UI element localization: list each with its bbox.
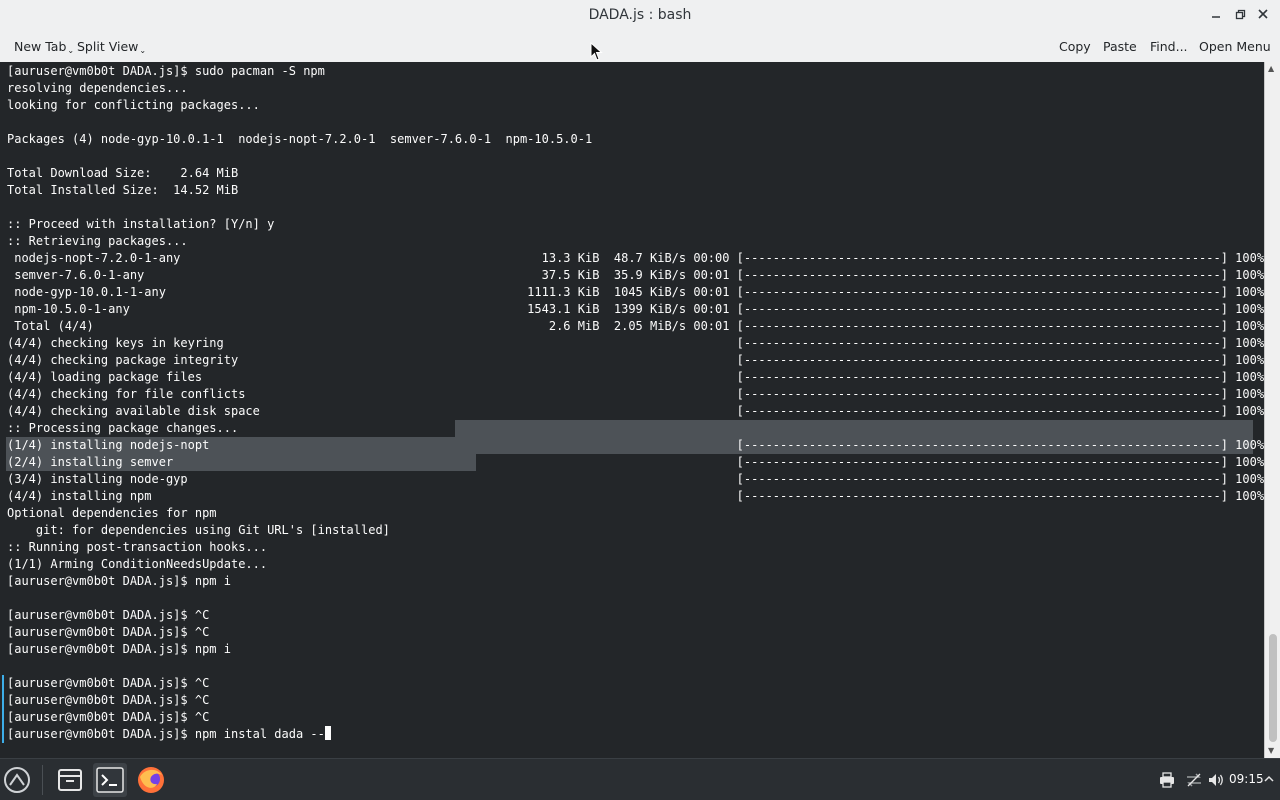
terminal-line: nodejs-nopt-7.2.0-1-any 13.3 KiB 48.7 Ki… — [7, 251, 1264, 265]
chevron-up-icon[interactable] — [1264, 771, 1274, 791]
split-view-button[interactable]: Split View⌄ — [77, 39, 146, 55]
copy-button[interactable]: Copy — [1059, 39, 1091, 54]
konsole-toolbar: New Tab⌄ Split View⌄ Copy Paste Find... … — [0, 32, 1280, 62]
terminal-line: Total Installed Size: 14.52 MiB — [7, 183, 239, 197]
close-icon[interactable] — [1252, 5, 1274, 27]
open-menu-button[interactable]: Open Menu — [1199, 39, 1271, 54]
terminal-line: [auruser@vm0b0t DADA.js]$ npm i — [7, 574, 231, 588]
scrollbar-thumb[interactable] — [1269, 634, 1277, 742]
maximize-icon[interactable] — [1229, 5, 1251, 27]
terminal-line: [auruser@vm0b0t DADA.js]$ ^C — [7, 693, 210, 707]
terminal-line: :: Retrieving packages... — [7, 234, 188, 248]
network-icon[interactable] — [1185, 772, 1203, 792]
firefox-icon[interactable] — [134, 763, 168, 797]
terminal-line: node-gyp-10.0.1-1-any 1111.3 KiB 1045 Ki… — [7, 285, 1264, 299]
scrollback-marker — [2, 675, 4, 743]
terminal-line: :: Running post-transaction hooks... — [7, 540, 268, 554]
find-button[interactable]: Find... — [1150, 39, 1188, 54]
terminal-line: Packages (4) node-gyp-10.0.1-1 nodejs-no… — [7, 132, 593, 146]
terminal-output[interactable]: [auruser@vm0b0t DADA.js]$ sudo pacman -S… — [0, 62, 1264, 758]
terminal-line: (4/4) checking for file conflicts [-----… — [7, 387, 1264, 401]
mouse-pointer-icon — [590, 42, 603, 61]
terminal-line: [auruser@vm0b0t DADA.js]$ npm i — [7, 642, 231, 656]
text-cursor — [324, 726, 331, 740]
terminal-line: [auruser@vm0b0t DADA.js]$ ^C — [7, 676, 210, 690]
terminal-line: Total Download Size: 2.64 MiB — [7, 166, 239, 180]
terminal-line: Optional dependencies for npm — [7, 506, 217, 520]
terminal-line: :: Proceed with installation? [Y/n] y — [7, 217, 275, 231]
terminal-line: [auruser@vm0b0t DADA.js]$ sudo pacman -S… — [7, 64, 325, 78]
terminal-line: (1/4) installing nodejs-nopt [----------… — [7, 438, 1264, 452]
window-titlebar[interactable]: DADA.js : bash — [0, 0, 1280, 32]
terminal-line: [auruser@vm0b0t DADA.js]$ ^C — [7, 625, 210, 639]
window-title: DADA.js : bash — [588, 7, 692, 23]
new-tab-label: New Tab — [14, 39, 67, 54]
text-selection — [455, 420, 1253, 437]
taskbar: 09:15 — [0, 758, 1280, 800]
clock[interactable]: 09:15 — [1229, 772, 1264, 786]
terminal-line: looking for conflicting packages... — [7, 98, 260, 112]
taskbar-separator — [42, 765, 43, 795]
terminal-line: [auruser@vm0b0t DADA.js]$ ^C — [7, 608, 210, 622]
terminal-line: [auruser@vm0b0t DADA.js]$ ^C — [7, 710, 210, 724]
terminal-line: Total (4/4) 2.6 MiB 2.05 MiB/s 00:01 [--… — [7, 319, 1264, 333]
terminal-line: :: Processing package changes... — [7, 421, 239, 435]
app-launcher-icon[interactable] — [0, 763, 34, 797]
terminal-line: (4/4) loading package files [-----------… — [7, 370, 1264, 384]
terminal-line: [auruser@vm0b0t DADA.js]$ npm instal dad… — [7, 726, 331, 743]
terminal-line: (4/4) checking package integrity [------… — [7, 353, 1264, 367]
printer-icon[interactable] — [1159, 772, 1175, 792]
scroll-up-icon[interactable]: ▲ — [1268, 64, 1274, 73]
file-manager-icon[interactable] — [53, 763, 87, 797]
split-view-label: Split View — [77, 39, 139, 54]
terminal-icon[interactable] — [93, 763, 127, 797]
terminal-scrollbar[interactable]: ▲ ▼ — [1264, 62, 1280, 758]
minimize-icon[interactable] — [1205, 5, 1227, 27]
terminal-line: (3/4) installing node-gyp [-------------… — [7, 472, 1264, 486]
terminal-line: (4/4) checking keys in keyring [--------… — [7, 336, 1264, 350]
terminal-line: npm-10.5.0-1-any 1543.1 KiB 1399 KiB/s 0… — [7, 302, 1264, 316]
paste-button[interactable]: Paste — [1103, 39, 1137, 54]
terminal-line: (4/4) checking available disk space [---… — [7, 404, 1264, 418]
terminal-line: (1/1) Arming ConditionNeedsUpdate... — [7, 557, 268, 571]
terminal-line: semver-7.6.0-1-any 37.5 KiB 35.9 KiB/s 0… — [7, 268, 1264, 282]
terminal-line: (2/4) installing semver [---------------… — [7, 455, 1264, 469]
terminal-line: git: for dependencies using Git URL's [i… — [7, 523, 390, 537]
volume-icon[interactable] — [1207, 772, 1225, 792]
scroll-down-icon[interactable]: ▼ — [1268, 746, 1274, 755]
dropdown-arrow-icon: ⌄ — [139, 46, 147, 55]
terminal-line: (4/4) installing npm [------------------… — [7, 489, 1264, 503]
dropdown-arrow-icon: ⌄ — [67, 46, 75, 55]
terminal-line: resolving dependencies... — [7, 81, 188, 95]
new-tab-button[interactable]: New Tab⌄ — [14, 39, 74, 55]
